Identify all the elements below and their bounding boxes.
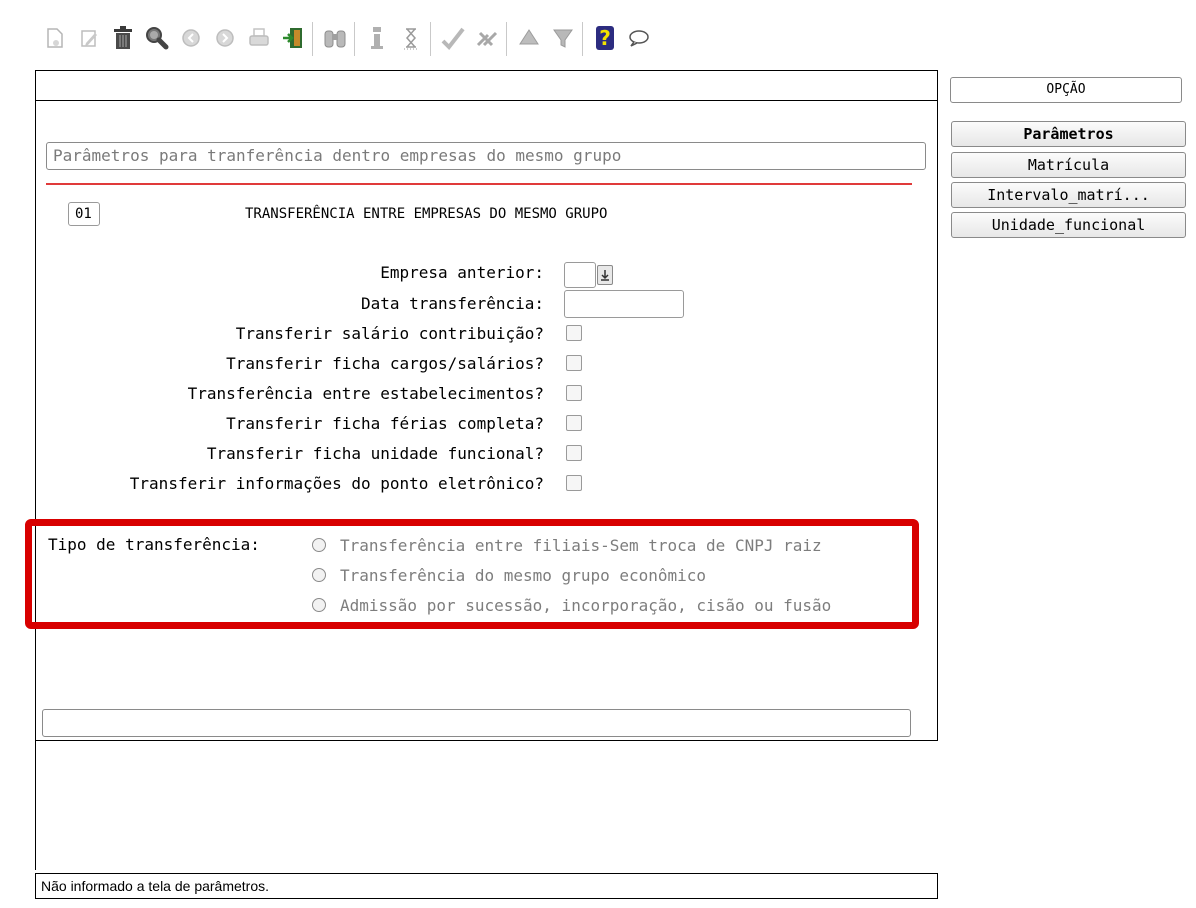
cancel-tools-icon[interactable] <box>472 18 502 58</box>
section-number: 01 <box>68 202 100 226</box>
field-label-transferir-ponto: Transferir informações do ponto eletrôni… <box>129 474 544 493</box>
radio-button[interactable] <box>312 568 326 582</box>
next-icon[interactable] <box>210 18 240 58</box>
toolbar-separator <box>430 22 431 56</box>
up-arrow-icon[interactable] <box>514 18 544 58</box>
side-button-intervalo-matricula[interactable]: Intervalo_matrí... <box>951 182 1186 208</box>
toolbar-separator <box>312 22 313 56</box>
title-underline <box>46 183 912 185</box>
svg-text:?: ? <box>599 26 611 50</box>
help-icon[interactable]: ? <box>590 18 620 58</box>
side-button-matricula[interactable]: Matrícula <box>951 152 1186 178</box>
radio-option-grupo-economico[interactable]: Transferência do mesmo grupo econômico <box>312 565 706 585</box>
radio-option-filiais[interactable]: Transferência entre filiais-Sem troca de… <box>312 535 822 555</box>
radio-option-label: Transferência entre filiais-Sem troca de… <box>340 535 822 555</box>
opcao-header: OPÇÃO <box>950 77 1182 103</box>
checkbox-transferir-cargos[interactable] <box>566 355 582 371</box>
edit-icon[interactable] <box>74 18 104 58</box>
radio-button[interactable] <box>312 598 326 612</box>
info-icon[interactable] <box>362 18 392 58</box>
lower-frame-border <box>35 740 36 870</box>
form-divider <box>35 100 938 101</box>
chat-icon[interactable] <box>624 18 654 58</box>
section-title: TRANSFERÊNCIA ENTRE EMPRESAS DO MESMO GR… <box>245 206 608 222</box>
status-message: Não informado a tela de parâmetros. <box>35 873 938 899</box>
toolbar-separator <box>354 22 355 56</box>
new-document-icon[interactable] <box>40 18 70 58</box>
field-label-transferir-cargos: Transferir ficha cargos/salários? <box>226 354 544 373</box>
binoculars-icon[interactable] <box>320 18 350 58</box>
form-title-field: Parâmetros para tranferência dentro empr… <box>46 142 926 170</box>
hourglass-icon[interactable] <box>396 18 426 58</box>
side-button-parametros[interactable]: Parâmetros <box>951 121 1186 147</box>
filter-icon[interactable] <box>548 18 578 58</box>
side-button-unidade-funcional[interactable]: Unidade_funcional <box>951 212 1186 238</box>
print-icon[interactable] <box>244 18 274 58</box>
toolbar-separator <box>582 22 583 56</box>
field-label-transferencia-estabelecimentos: Transferência entre estabelecimentos? <box>187 384 544 403</box>
empresa-anterior-input[interactable] <box>564 262 596 288</box>
bottom-text-field[interactable] <box>42 709 911 737</box>
previous-icon[interactable] <box>176 18 206 58</box>
field-label-transferir-unidade: Transferir ficha unidade funcional? <box>206 444 544 463</box>
field-label-transferir-salario: Transferir salário contribuição? <box>235 324 544 343</box>
checkbox-transferir-ponto[interactable] <box>566 475 582 491</box>
field-label-transferir-ferias: Transferir ficha férias completa? <box>226 414 544 433</box>
search-icon[interactable] <box>142 18 172 58</box>
toolbar: ? <box>40 18 940 62</box>
field-label-empresa-anterior: Empresa anterior: <box>380 263 544 282</box>
radio-option-admissao-sucessao[interactable]: Admissão por sucessão, incorporação, cis… <box>312 595 831 615</box>
checkbox-transferir-unidade[interactable] <box>566 445 582 461</box>
down-arrow-icon <box>601 270 609 281</box>
data-transferencia-input[interactable] <box>564 290 684 318</box>
field-label-data-transferencia: Data transferência: <box>360 294 544 313</box>
checkbox-transferir-ferias[interactable] <box>566 415 582 431</box>
radio-option-label: Transferência do mesmo grupo econômico <box>340 565 707 585</box>
checkbox-transferencia-estabelecimentos[interactable] <box>566 385 582 401</box>
delete-trash-icon[interactable] <box>108 18 138 58</box>
tipo-transferencia-label: Tipo de transferência: <box>48 535 260 554</box>
confirm-check-icon[interactable] <box>438 18 468 58</box>
radio-button[interactable] <box>312 538 326 552</box>
radio-option-label: Admissão por sucessão, incorporação, cis… <box>340 595 832 615</box>
lookup-dropdown-button[interactable] <box>597 265 613 285</box>
exit-icon[interactable] <box>278 18 308 58</box>
toolbar-separator <box>506 22 507 56</box>
checkbox-transferir-salario[interactable] <box>566 325 582 341</box>
main-form-frame <box>35 70 938 741</box>
